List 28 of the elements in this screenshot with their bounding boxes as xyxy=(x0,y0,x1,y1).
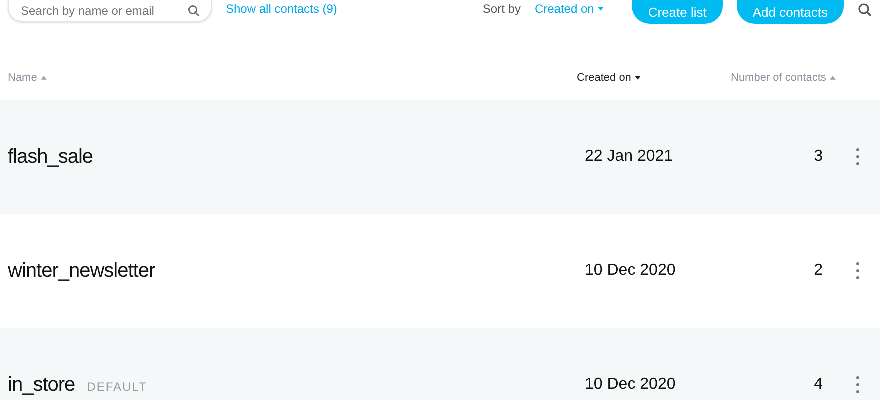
date-cell: 22 Jan 2021 xyxy=(585,148,674,165)
column-header[interactable]: Created on xyxy=(577,72,642,84)
count-cell: 3 xyxy=(814,148,823,166)
show-all-link[interactable]: Show all contacts (9) xyxy=(226,2,338,16)
caret-icon xyxy=(598,7,604,11)
more-icon[interactable] xyxy=(856,262,860,280)
sort-dropdown[interactable]: Created on xyxy=(534,2,604,16)
search-icon[interactable] xyxy=(858,3,872,17)
list-name: in_store xyxy=(8,374,76,396)
date-cell: 10 Dec 2020 xyxy=(585,376,676,393)
list-name: winter_newsletter xyxy=(8,260,156,282)
primary-button[interactable]: Add contacts xyxy=(736,0,844,24)
search-field[interactable]: Search by name or email xyxy=(8,0,212,22)
count-cell: 4 xyxy=(814,376,823,394)
sort-label: Sort by xyxy=(482,2,521,16)
sort-arrow-icon xyxy=(41,76,48,80)
primary-button[interactable]: Create list xyxy=(632,0,723,24)
list-name: flash_sale xyxy=(8,146,94,168)
search-icon xyxy=(188,5,200,17)
sort-arrow-icon xyxy=(830,76,836,80)
more-icon[interactable] xyxy=(856,376,860,394)
date-cell: 10 Dec 2020 xyxy=(585,262,676,279)
sort-arrow-icon xyxy=(635,76,642,80)
count-cell: 2 xyxy=(814,262,823,280)
more-icon[interactable] xyxy=(856,148,860,166)
column-header[interactable]: Number of contacts xyxy=(731,72,836,84)
default-tag: DEFAULT xyxy=(87,380,148,394)
column-header[interactable]: Name xyxy=(8,72,48,84)
